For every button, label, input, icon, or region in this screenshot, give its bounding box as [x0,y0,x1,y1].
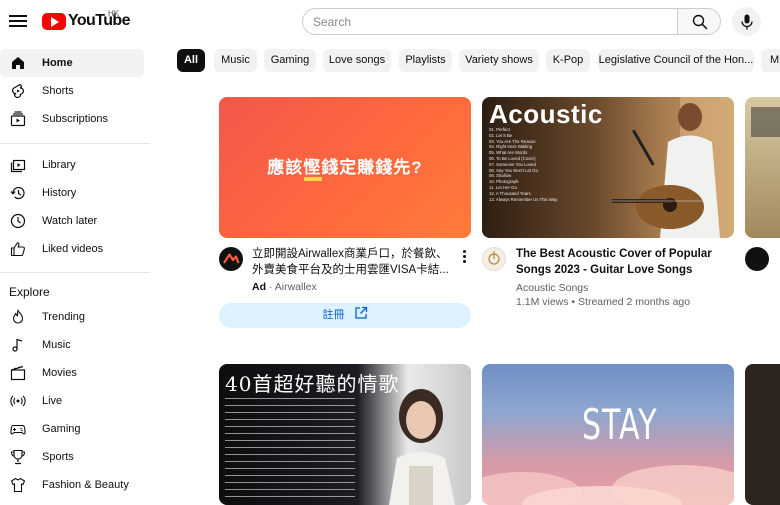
sidebar-item-fashion-beauty[interactable]: Fashion & Beauty [0,471,144,499]
microphone-icon [741,14,753,30]
video-thumbnail-stay[interactable]: STAY [482,364,734,505]
video-stats: 1.1M views • Streamed 2 months ago [516,296,691,308]
sidebar-item-trending[interactable]: Trending [0,303,144,331]
song-list-text-lines [225,398,355,498]
sports-icon [10,449,26,465]
live-icon [10,395,26,407]
youtube-play-icon [42,12,66,30]
search-button[interactable] [677,8,721,35]
clouds-illustration [482,465,734,505]
acoustic-tracklist: 01. Perfect 02. Let It Be 03. You Are Th… [489,127,559,202]
movies-icon [10,365,26,381]
sidebar-item-label: Shorts [42,85,74,97]
chip-legislative-council[interactable]: Legislative Council of the Hon... [598,49,754,72]
hamburger-menu-icon[interactable] [9,12,27,30]
ad-highlight-underline [304,177,322,181]
singer-illustration [389,389,455,505]
search-input[interactable] [303,9,679,34]
sidebar-item-label: Fashion & Beauty [42,479,129,491]
ad-cta-button[interactable]: 註冊 [219,303,471,328]
video-title-acoustic[interactable]: The Best Acoustic Cover of Popular Songs… [516,246,721,278]
advertiser-name[interactable]: Airwallex [275,281,317,293]
track-item: 13. Always Remember Us This Way [489,196,558,202]
search-icon [692,14,708,30]
sidebar-item-home[interactable]: Home [0,49,144,77]
sidebar-item-label: Trending [42,311,86,323]
voice-search-button[interactable] [732,7,761,36]
ad-thumbnail-text: 應該慳錢定賺錢先? [267,158,423,177]
ad-meta: Ad · Airwallex [252,280,317,294]
library-icon [10,159,26,173]
filter-chips-bar: All Music Gaming Love songs Playlists Va… [177,49,780,73]
region-code: HK [108,9,120,18]
sidebar-item-label: History [42,187,77,199]
liked-icon [10,242,25,257]
cta-label: 註冊 [322,309,345,321]
ad-badge: Ad [252,281,266,293]
chip-variety-shows[interactable]: Variety shows [459,49,539,72]
sidebar-item-movies[interactable]: Movies [0,359,144,387]
home-icon [12,57,24,69]
chip-gaming[interactable]: Gaming [264,49,316,72]
sidebar-item-gaming[interactable]: Gaming [0,415,144,443]
sidebar-item-label: Movies [42,367,77,379]
sidebar-item-liked-videos[interactable]: Liked videos [0,235,144,263]
ad-title[interactable]: 立即開設Airwallex商業戶口，於餐飲、外賣美食平台及的士用雲匯VISA卡結… [252,246,452,278]
subscriptions-icon [10,111,26,127]
gaming-icon [10,424,26,435]
top-bar: YouTube HK [0,0,780,44]
chip-all[interactable]: All [177,49,205,72]
external-link-icon [354,306,367,319]
explore-heading: Explore [9,285,50,299]
chip-more[interactable]: M [761,49,780,72]
chip-playlists[interactable]: Playlists [399,49,452,72]
music-icon [12,338,23,352]
guitar-logo-icon [488,251,500,265]
sidebar-item-label: Home [42,57,73,69]
sidebar-item-watch-later[interactable]: Watch later [0,207,144,235]
sidebar-item-label: Subscriptions [42,113,109,125]
guitarist-illustration [612,97,734,238]
sidebar-item-shorts[interactable]: Shorts [0,77,144,105]
sidebar: Home Shorts Subscriptions Library Histor… [0,44,150,500]
sidebar-item-label: Sports [42,451,74,463]
sidebar-item-label: Live [42,395,63,407]
sidebar-item-label: Library [42,159,76,171]
fashion-icon [10,477,26,493]
video-thumbnail-partial[interactable] [745,97,780,238]
ad-thumbnail[interactable]: 應該慳錢定賺錢先? [219,97,471,238]
chip-love-songs[interactable]: Love songs [323,49,391,72]
sidebar-item-music[interactable]: Music [0,331,144,359]
sidebar-item-sports[interactable]: Sports [0,443,144,471]
sidebar-item-history[interactable]: History [0,179,144,207]
shorts-icon [12,83,24,99]
history-icon [10,186,25,200]
logo-text: YouTube [68,12,130,29]
sidebar-item-library[interactable]: Library [0,151,144,179]
sidebar-item-label: Liked videos [42,243,104,255]
channel-avatar-acoustic-songs[interactable] [482,247,506,271]
search-box [302,8,679,35]
trending-icon [12,308,24,324]
video-thumbnail-acoustic[interactable]: Acoustic 01. Perfect 02. Let It Be 03. Y… [482,97,734,238]
sidebar-item-live[interactable]: Live [0,387,144,415]
channel-name-acoustic-songs[interactable]: Acoustic Songs [516,281,588,295]
chip-music[interactable]: Music [214,49,257,72]
sidebar-item-subscriptions[interactable]: Subscriptions [0,105,144,133]
video-thumbnail-love-songs[interactable]: 40首超好聽的情歌 [219,364,471,505]
video-thumbnail-partial-bottom[interactable] [745,364,780,505]
sidebar-item-label: Watch later [42,215,98,227]
chip-k-pop[interactable]: K-Pop [546,49,590,72]
airwallex-logo-icon [223,253,240,264]
partial-thumbnail-art [751,107,780,137]
sidebar-divider [0,143,150,144]
sidebar-item-label: Gaming [42,423,81,435]
watch-later-icon [10,213,26,229]
ad-more-options-icon[interactable] [459,248,469,264]
advertiser-avatar[interactable] [219,247,243,271]
channel-avatar-partial[interactable] [745,247,769,271]
sidebar-item-label: Music [42,339,71,351]
sidebar-divider [0,272,150,273]
